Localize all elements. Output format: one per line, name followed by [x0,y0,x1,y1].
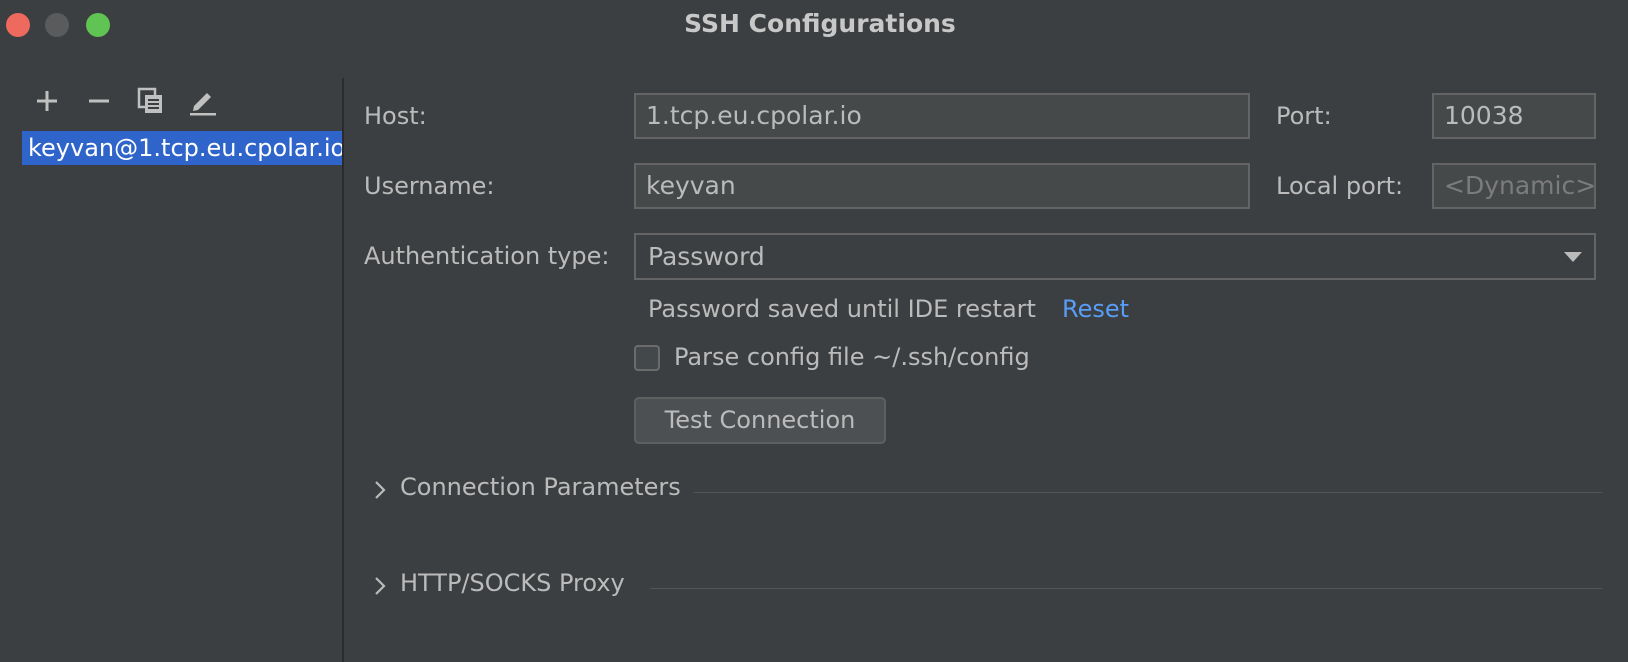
connection-parameters-section[interactable]: Connection Parameters [370,473,1602,509]
parse-config-checkbox[interactable] [634,345,660,371]
section-divider [694,492,1602,493]
port-label: Port: [1276,102,1332,130]
copy-icon [137,87,162,113]
remove-configuration-button[interactable] [82,84,116,118]
connection-parameters-label: Connection Parameters [400,473,681,501]
minus-icon [89,99,109,103]
plus-icon [37,91,57,111]
sidebar-divider [342,78,344,662]
host-label: Host: [364,102,427,130]
auth-type-dropdown[interactable]: Password [634,233,1596,280]
chevron-down-icon [1564,252,1582,262]
username-input[interactable]: keyvan [634,163,1250,209]
auth-type-value: Password [648,242,765,271]
ssh-configuration-item[interactable]: keyvan@1.tcp.eu.cpolar.io:10038 [22,131,342,165]
edit-icon [190,93,216,116]
username-label: Username: [364,172,495,200]
proxy-label: HTTP/SOCKS Proxy [400,569,625,597]
local-port-label: Local port: [1276,172,1404,200]
title-bar: SSH Configurations [0,0,1628,50]
test-connection-button[interactable]: Test Connection [634,397,886,444]
chevron-right-icon [375,577,386,595]
proxy-section[interactable]: HTTP/SOCKS Proxy [370,569,1602,605]
section-divider [650,588,1602,589]
copy-configuration-button[interactable] [134,84,168,118]
password-saved-note: Password saved until IDE restart [648,295,1036,323]
local-port-input[interactable]: <Dynamic> [1432,163,1596,209]
host-input[interactable]: 1.tcp.eu.cpolar.io [634,93,1250,139]
parse-config-label[interactable]: Parse config file ~/.ssh/config [674,343,1030,371]
window-title: SSH Configurations [684,9,956,38]
reset-link[interactable]: Reset [1062,295,1129,323]
auth-type-label: Authentication type: [364,242,610,270]
edit-configuration-button[interactable] [186,84,220,118]
chevron-right-icon [375,481,386,499]
add-configuration-button[interactable] [30,84,64,118]
port-input[interactable]: 10038 [1432,93,1596,139]
